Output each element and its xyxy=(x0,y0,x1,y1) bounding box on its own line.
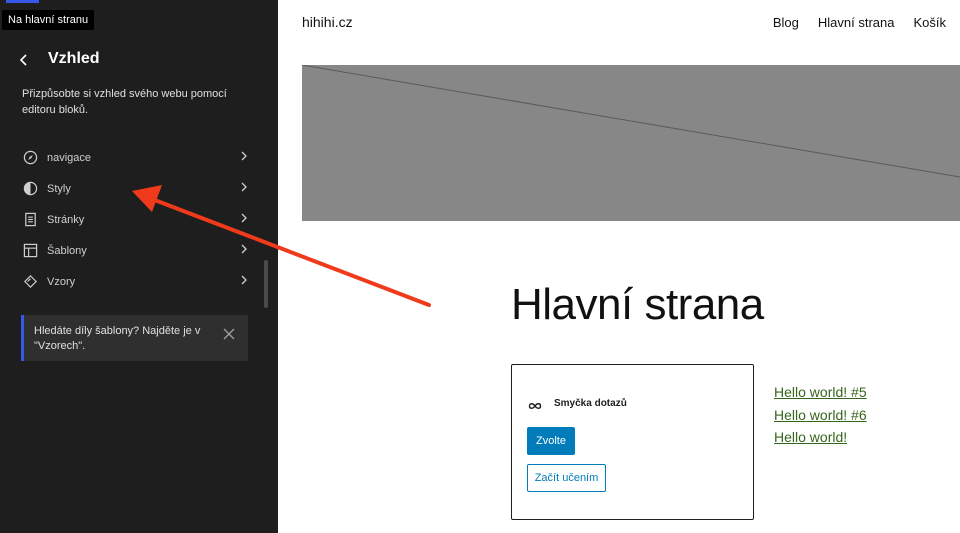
sidebar-item-label: navigace xyxy=(47,151,92,164)
sidebar-item-label: Vzory xyxy=(47,275,76,288)
sidebar-item-patterns[interactable]: Vzory xyxy=(14,266,258,297)
cover-image-placeholder[interactable] xyxy=(302,65,960,221)
sidebar-item-label: Šablony xyxy=(47,244,87,257)
nav-link-blog[interactable]: Blog xyxy=(773,15,799,30)
tooltip: Na hlavní stranu xyxy=(2,10,95,30)
chevron-right-icon xyxy=(240,275,250,287)
chevron-right-icon xyxy=(240,151,250,163)
editor-canvas: hihihi.cz Blog Hlavní strana Košík Hlavn… xyxy=(278,0,960,533)
sidebar-item-styles[interactable]: Styly xyxy=(14,173,258,204)
post-link[interactable]: Hello world! #6 xyxy=(774,404,867,427)
page-title[interactable]: Hlavní strana xyxy=(511,280,764,330)
chevron-right-icon xyxy=(240,244,250,256)
close-icon[interactable] xyxy=(222,327,236,341)
diamond-icon xyxy=(22,274,38,290)
notice-text: Hledáte díly šablony? Najděte je v "Vzor… xyxy=(34,325,201,352)
query-loop-placeholder[interactable]: Smyčka dotazů Zvolte Začít učením xyxy=(511,364,754,520)
latest-posts: Hello world! #5 Hello world! #6 Hello wo… xyxy=(774,381,867,449)
query-loop-title: Smyčka dotazů xyxy=(554,398,627,409)
sidebar-item-navigation[interactable]: navigace xyxy=(14,142,258,173)
chevron-right-icon xyxy=(240,213,250,225)
sidebar-scrollbar[interactable] xyxy=(264,260,268,308)
nav-link-home[interactable]: Hlavní strana xyxy=(818,15,895,30)
sidebar-description: Přizpůsobte si vzhled svého webu pomocí … xyxy=(22,88,227,116)
post-link[interactable]: Hello world! xyxy=(774,426,867,449)
choose-button[interactable]: Zvolte xyxy=(527,427,575,455)
chevron-right-icon xyxy=(240,182,250,194)
layout-icon xyxy=(22,243,38,259)
site-title[interactable]: hihihi.cz xyxy=(302,14,353,30)
notice: Hledáte díly šablony? Najděte je v "Vzor… xyxy=(21,315,248,361)
post-link[interactable]: Hello world! #5 xyxy=(774,381,867,404)
sidebar-nav: navigace Styly Stránky Šablony Vzory xyxy=(14,142,258,297)
start-blank-button[interactable]: Začít učením xyxy=(527,464,606,492)
sidebar-item-pages[interactable]: Stránky xyxy=(14,204,258,235)
sidebar-item-templates[interactable]: Šablony xyxy=(14,235,258,266)
sidebar-item-label: Stránky xyxy=(47,213,85,226)
half-circle-icon xyxy=(22,181,38,197)
compass-icon xyxy=(22,150,38,166)
page-icon xyxy=(22,212,38,228)
site-icon-button[interactable] xyxy=(6,0,39,3)
nav-link-cart[interactable]: Košík xyxy=(913,15,946,30)
sidebar-title: Vzhled xyxy=(48,50,100,67)
loop-icon xyxy=(528,398,542,409)
chevron-left-icon xyxy=(19,54,27,66)
sidebar-item-label: Styly xyxy=(47,182,71,195)
site-navigation: Blog Hlavní strana Košík xyxy=(773,15,946,30)
back-button[interactable] xyxy=(14,49,34,71)
sidebar: Na hlavní stranu Vzhled Přizpůsobte si v… xyxy=(0,0,278,533)
